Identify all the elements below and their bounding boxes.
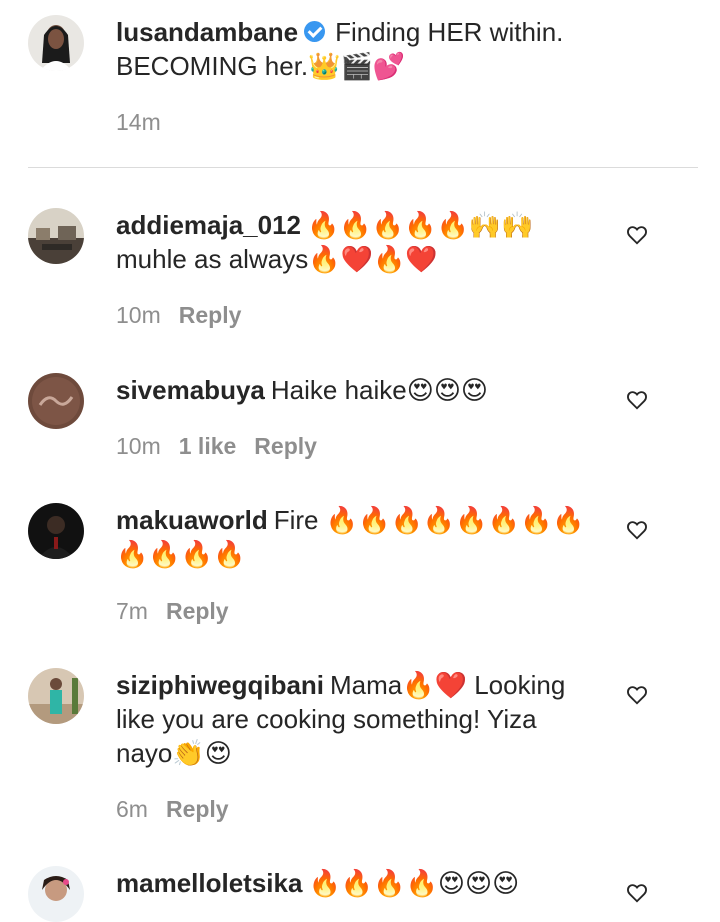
- username[interactable]: makuaworld: [116, 505, 268, 535]
- avatar[interactable]: [28, 15, 84, 71]
- likes-count[interactable]: 1 like: [179, 433, 237, 459]
- avatar[interactable]: [28, 668, 84, 724]
- reply-button[interactable]: Reply: [179, 302, 242, 328]
- timestamp: 6m: [116, 796, 148, 822]
- username[interactable]: siziphiwegqibani: [116, 670, 324, 700]
- timestamp: 10m: [116, 302, 161, 328]
- heart-outline-icon[interactable]: [626, 684, 648, 706]
- reply-button[interactable]: Reply: [166, 598, 229, 624]
- timestamp: 14m: [116, 109, 161, 135]
- heart-outline-icon[interactable]: [626, 389, 648, 411]
- divider: [28, 167, 698, 168]
- heart-outline-icon[interactable]: [626, 882, 648, 904]
- comment-text: 🔥🔥🔥🔥😍😍😍: [308, 868, 520, 898]
- post-caption: lusandambane Finding HER within. BECOMING…: [0, 0, 720, 167]
- reply-button[interactable]: Reply: [254, 433, 317, 459]
- username[interactable]: mamelloletsika: [116, 868, 302, 898]
- reply-button[interactable]: Reply: [166, 796, 229, 822]
- heart-outline-icon[interactable]: [626, 224, 648, 246]
- username[interactable]: lusandambane: [116, 17, 298, 47]
- comment-text: Haike haike😍😍😍: [270, 375, 489, 405]
- heart-outline-icon[interactable]: [626, 519, 648, 541]
- timestamp: 10m: [116, 433, 161, 459]
- timestamp: 7m: [116, 598, 148, 624]
- avatar[interactable]: [28, 503, 84, 559]
- avatar[interactable]: [28, 208, 84, 264]
- username[interactable]: addiemaja_012: [116, 210, 301, 240]
- verified-badge-icon: [304, 21, 326, 42]
- avatar[interactable]: [28, 373, 84, 429]
- username[interactable]: sivemabuya: [116, 375, 265, 405]
- avatar[interactable]: [28, 866, 84, 922]
